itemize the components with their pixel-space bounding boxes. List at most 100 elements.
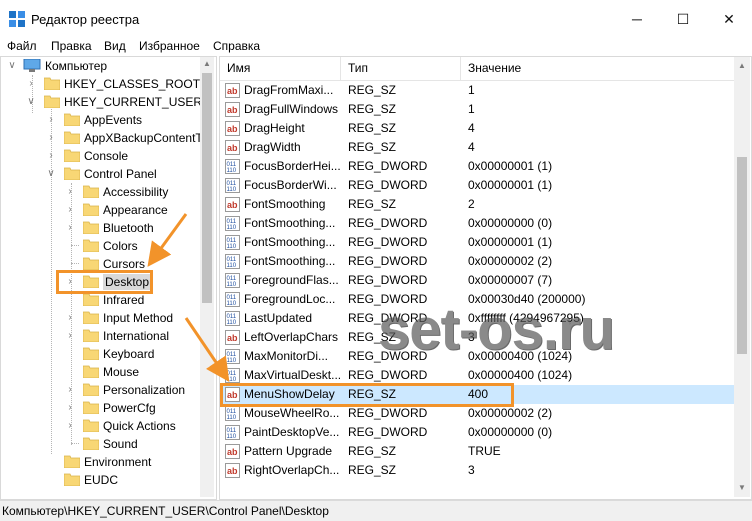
binary-value-icon: 011 110 (225, 292, 240, 307)
value-row[interactable]: 011 110 FocusBorderWi... REG_DWORD 0x0000000… (220, 176, 734, 195)
tree-item-accessibility[interactable]: › Accessibility (1, 183, 199, 201)
collapse-arrow-icon[interactable]: ∨ (46, 167, 56, 181)
tree-item-personalization[interactable]: › Personalization (1, 381, 199, 399)
tree-item-mouse[interactable]: Mouse (1, 363, 199, 381)
expand-arrow-icon[interactable]: › (65, 419, 75, 433)
tree-item-hkey-classes-root[interactable]: › HKEY_CLASSES_ROOT (1, 75, 200, 93)
svg-text:110: 110 (227, 301, 237, 307)
binary-value-icon: 011 110 (225, 216, 240, 231)
value-name: FontSmoothing... (244, 216, 336, 230)
binary-value-icon: 011 110 (225, 235, 240, 250)
tree-item-appevents[interactable]: › AppEvents (1, 111, 199, 129)
string-value-icon: ab (225, 140, 240, 155)
list-scroll-thumb[interactable] (737, 157, 747, 354)
tree-item-keyboard[interactable]: Keyboard (1, 345, 199, 363)
close-button[interactable]: ✕ (706, 0, 752, 38)
status-bar: Компьютер\HKEY_CURRENT_USER\Control Pane… (0, 500, 752, 521)
scroll-down-icon[interactable]: ▼ (735, 481, 749, 495)
list-scrollbar[interactable]: ▲ ▼ (734, 57, 750, 497)
value-row[interactable]: ab DragHeight REG_SZ 4 (220, 119, 734, 138)
expand-arrow-icon[interactable]: › (46, 131, 56, 145)
tree-item-computer[interactable]: ∨ Компьютер (1, 57, 199, 75)
expand-arrow-icon[interactable]: › (65, 401, 75, 415)
maximize-button[interactable]: ☐ (660, 0, 706, 38)
value-name: FontSmoothing... (244, 235, 336, 249)
value-row[interactable]: 011 110 FontSmoothing... REG_DWORD 0x0000000… (220, 233, 734, 252)
svg-text:ab: ab (227, 447, 238, 457)
svg-text:ab: ab (227, 86, 238, 96)
value-name: FontSmoothing... (244, 254, 336, 268)
value-row[interactable]: 011 110 PaintDesktopVe... REG_DWORD 0x000000… (220, 423, 734, 442)
tree-label: HKEY_CURRENT_USER (64, 95, 203, 109)
tree-item-powercfg[interactable]: › PowerCfg (1, 399, 199, 417)
value-row[interactable]: 011 110 ForegroundFlas... REG_DWORD 0x000000… (220, 271, 734, 290)
tree-item-appxbackup[interactable]: › AppXBackupContentT (1, 129, 202, 147)
value-type: REG_SZ (348, 140, 397, 154)
collapse-arrow-icon[interactable]: ∨ (7, 59, 17, 73)
value-row[interactable]: ab DragFullWindows REG_SZ 1 (220, 100, 734, 119)
tree-item-sound[interactable]: Sound (1, 435, 199, 453)
value-type: REG_SZ (348, 102, 397, 116)
column-header-value[interactable]: Значение (461, 57, 734, 80)
tree-item-console[interactable]: › Console (1, 147, 199, 165)
value-name: PaintDesktopVe... (244, 425, 340, 439)
folder-icon (83, 239, 99, 252)
tree-item-input-method[interactable]: › Input Method (1, 309, 199, 327)
value-row[interactable]: ab Pattern Upgrade REG_SZ TRUE (220, 442, 734, 461)
folder-icon (64, 167, 80, 180)
expand-arrow-icon[interactable]: › (46, 113, 56, 127)
scroll-up-icon[interactable]: ▲ (735, 59, 749, 73)
expand-arrow-icon[interactable]: › (65, 311, 75, 325)
expand-arrow-icon[interactable]: › (65, 383, 75, 397)
folder-icon (83, 347, 99, 360)
value-data: 1 (468, 83, 475, 97)
minimize-button[interactable]: ─ (614, 0, 660, 38)
value-row[interactable]: 011 110 FontSmoothing... REG_DWORD 0x0000000… (220, 252, 734, 271)
expand-arrow-icon[interactable]: › (65, 329, 75, 343)
tree-item-quick-actions[interactable]: › Quick Actions (1, 417, 199, 435)
binary-value-icon: 011 110 (225, 178, 240, 193)
expand-arrow-icon[interactable]: › (26, 77, 36, 91)
expand-arrow-icon[interactable]: › (46, 149, 56, 163)
tree-item-control-panel[interactable]: ∨ Control Panel (1, 165, 199, 183)
menu-help[interactable]: Справка (213, 38, 260, 53)
value-row[interactable]: 011 110 FocusBorderHei... REG_DWORD 0x000000… (220, 157, 734, 176)
menu-edit[interactable]: Правка (51, 38, 92, 53)
tree-label: Control Panel (84, 167, 157, 181)
expand-arrow-icon[interactable]: › (65, 203, 75, 217)
folder-icon (83, 311, 99, 324)
binary-value-icon: 011 110 (225, 368, 240, 383)
scroll-up-icon[interactable]: ▲ (200, 57, 214, 71)
tree-scroll-thumb[interactable] (202, 73, 212, 303)
tree-item-appearance[interactable]: › Appearance (1, 201, 199, 219)
value-row[interactable]: ab DragWidth REG_SZ 4 (220, 138, 734, 157)
tree-label: AppEvents (84, 113, 143, 127)
value-row[interactable]: ab DragFromMaxi... REG_SZ 1 (220, 81, 734, 100)
collapse-arrow-icon[interactable]: ∨ (26, 95, 36, 109)
computer-icon (23, 59, 41, 72)
tree-item-hkey-current-user[interactable]: ∨ HKEY_CURRENT_USER (1, 93, 203, 111)
svg-text:110: 110 (227, 320, 237, 326)
expand-arrow-icon[interactable]: › (65, 185, 75, 199)
value-row[interactable]: ab FontSmoothing REG_SZ 2 (220, 195, 734, 214)
value-name: LeftOverlapChars (244, 330, 339, 344)
value-name: FocusBorderWi... (244, 178, 337, 192)
tree-item-international[interactable]: › International (1, 327, 199, 345)
tree-item-colors[interactable]: Colors (1, 237, 199, 255)
svg-text:110: 110 (227, 168, 237, 174)
tree-item-bluetooth[interactable]: › Bluetooth (1, 219, 199, 237)
value-row[interactable]: ab RightOverlapCh... REG_SZ 3 (220, 461, 734, 480)
column-header-type[interactable]: Тип (341, 57, 461, 80)
menu-file[interactable]: Файл (7, 38, 37, 53)
value-row[interactable]: 011 110 FontSmoothing... REG_DWORD 0x0000000… (220, 214, 734, 233)
value-type: REG_SZ (348, 83, 397, 97)
svg-text:110: 110 (227, 282, 237, 288)
tree-item-environment[interactable]: Environment (1, 453, 199, 471)
menu-view[interactable]: Вид (104, 38, 126, 53)
tree-item-eudc[interactable]: EUDC (1, 471, 199, 489)
tree-label: Sound (103, 437, 138, 451)
menu-favorites[interactable]: Избранное (139, 38, 200, 53)
expand-arrow-icon[interactable]: › (65, 221, 75, 235)
column-header-name[interactable]: Имя (220, 57, 341, 80)
tree-scrollbar[interactable]: ▲ (200, 57, 214, 497)
